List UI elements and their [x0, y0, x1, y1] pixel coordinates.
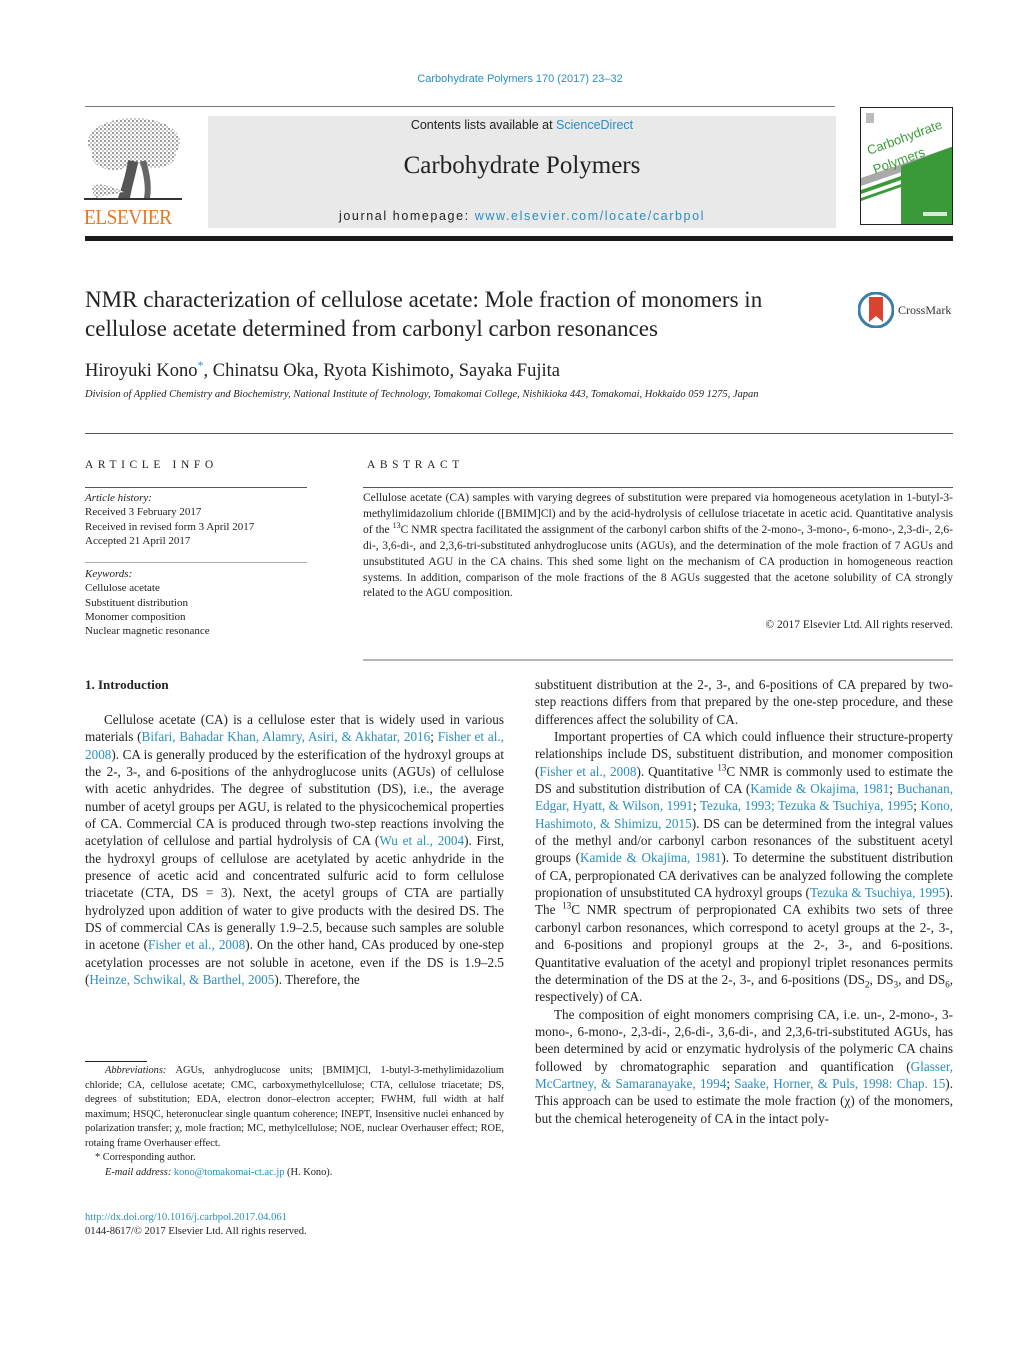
- keyword: Monomer composition: [85, 610, 186, 623]
- body-text: ;: [889, 781, 897, 797]
- citation-link[interactable]: Kamide & Okajima, 1981: [580, 850, 721, 865]
- crossmark-badge[interactable]: CrossMark: [858, 291, 958, 329]
- email-label: E-mail address:: [105, 1166, 174, 1178]
- journal-title: Carbohydrate Polymers: [403, 152, 641, 179]
- introduction-heading: 1. Introduction: [85, 677, 169, 692]
- header-thick-rule: [85, 236, 953, 241]
- header-top-rule: [85, 106, 835, 107]
- abbreviations-footnote: Abbreviations: AGUs, anhydroglucose unit…: [85, 1064, 504, 1151]
- body-text: ;: [693, 798, 700, 814]
- author-name[interactable]: Sayaka Fujita: [459, 361, 560, 381]
- abbreviations-label: Abbreviations:: [105, 1065, 167, 1076]
- isotope-superscript: 13: [392, 520, 401, 530]
- body-column-left: Cellulose acetate (CA) is a cellulose es…: [85, 711, 504, 989]
- paragraph: substituent distribution at the 2-, 3-, …: [535, 677, 953, 727]
- author-affiliation: Division of Applied Chemistry and Bioche…: [85, 389, 759, 400]
- crossmark-label: CrossMark: [898, 302, 952, 317]
- citation-link[interactable]: Bifari, Bahadar Khan, Alamry, Asiri, & A…: [142, 729, 431, 744]
- doi-link[interactable]: http://dx.doi.org/10.1016/j.carbpol.2017…: [85, 1212, 287, 1223]
- journal-reference[interactable]: Carbohydrate Polymers 170 (2017) 23–32: [0, 73, 1020, 85]
- article-history: Article history: Received 3 February 201…: [85, 491, 254, 548]
- keywords-label: Keywords:: [85, 568, 133, 580]
- email-footnote: E-mail address: kono@tomakomai-ct.ac.jp …: [85, 1166, 504, 1181]
- body-text: ;: [430, 729, 438, 745]
- author-list: Hiroyuki Kono*, Chinatsu Oka, Ryota Kish…: [85, 358, 560, 382]
- journal-cover-art: Carbohydrate Polymers: [861, 113, 952, 224]
- author-name[interactable]: Chinatsu Oka: [213, 361, 314, 381]
- masthead: Contents lists available at ScienceDirec…: [208, 116, 836, 228]
- abbreviations-text: AGUs, anhydroglucose units; [BMIM]Cl, 1-…: [85, 1065, 504, 1149]
- citation-link[interactable]: Kamide & Okajima, 1981: [750, 781, 889, 796]
- body-text: , and DS: [898, 971, 946, 987]
- body-text: ). First, the hydroxyl groups of cellulo…: [85, 833, 505, 953]
- footnote-rule: [85, 1061, 147, 1062]
- history-entry: Accepted 21 April 2017: [85, 534, 191, 547]
- elsevier-wordmark: ELSEVIER: [84, 205, 172, 229]
- article-info-rule: [85, 487, 307, 488]
- contents-prefix: Contents lists available at: [410, 118, 557, 132]
- doi-block: http://dx.doi.org/10.1016/j.carbpol.2017…: [85, 1211, 307, 1239]
- contents-line: Contents lists available at ScienceDirec…: [208, 118, 836, 132]
- citation-link[interactable]: Tezuka, 1993; Tezuka & Tsuchiya, 1995: [700, 798, 913, 813]
- keywords: Keywords: Cellulose acetate Substituent …: [85, 567, 210, 638]
- body-text: , DS: [869, 971, 894, 987]
- article-history-label: Article history:: [85, 492, 152, 504]
- citation-link[interactable]: Fisher et al., 2008: [148, 937, 245, 952]
- section-rule: [85, 433, 953, 434]
- history-entry: Received 3 February 2017: [85, 506, 202, 519]
- keywords-rule: [85, 562, 307, 563]
- paragraph: Cellulose acetate (CA) is a cellulose es…: [85, 711, 504, 989]
- keyword: Substituent distribution: [85, 596, 188, 609]
- crossmark-icon: [858, 292, 894, 328]
- email-link[interactable]: kono@tomakomai-ct.ac.jp: [174, 1167, 285, 1178]
- abstract-rule: [363, 487, 953, 488]
- isotope-superscript: 13: [717, 762, 727, 773]
- body-text: ). Quantitative: [636, 763, 718, 779]
- elsevier-logo[interactable]: ELSEVIER: [84, 116, 188, 228]
- paragraph: Important properties of CA which could i…: [535, 728, 953, 1006]
- abstract-body: Cellulose acetate (CA) samples with vary…: [363, 491, 953, 602]
- citation-link[interactable]: Wu et al., 2004: [379, 833, 464, 848]
- abstract-text: C NMR spectra facilitated the assignment…: [363, 523, 953, 600]
- keyword: Nuclear magnetic resonance: [85, 625, 210, 638]
- email-suffix: (H. Kono).: [284, 1166, 333, 1178]
- author-name[interactable]: Hiroyuki Kono: [85, 361, 198, 381]
- history-entry: Received in revised form 3 April 2017: [85, 520, 255, 533]
- corresponding-author-note: * Corresponding author.: [95, 1152, 196, 1163]
- isotope-superscript: 13: [562, 901, 572, 912]
- author-name[interactable]: Ryota Kishimoto: [323, 361, 449, 381]
- abstract-bottom-rule: [363, 659, 953, 661]
- paragraph: The composition of eight monomers compri…: [535, 1006, 953, 1127]
- footnotes: Abbreviations: AGUs, anhydroglucose unit…: [85, 1064, 504, 1180]
- elsevier-tree-icon: [84, 118, 182, 200]
- citation-link[interactable]: Saake, Horner, & Puls, 1998: Chap. 15: [734, 1076, 945, 1091]
- journal-homepage: journal homepage: www.elsevier.com/locat…: [208, 209, 836, 223]
- keyword: Cellulose acetate: [85, 582, 160, 595]
- abstract-copyright: © 2017 Elsevier Ltd. All rights reserved…: [765, 619, 953, 631]
- journal-cover-thumbnail[interactable]: Carbohydrate Polymers: [860, 107, 953, 225]
- body-text: The composition of eight monomers compri…: [535, 1006, 953, 1074]
- homepage-link[interactable]: www.elsevier.com/locate/carbpol: [475, 209, 705, 223]
- issn-copyright: 0144-8617/© 2017 Elsevier Ltd. All right…: [85, 1226, 307, 1237]
- citation-link[interactable]: Tezuka & Tsuchiya, 1995: [810, 885, 945, 900]
- homepage-prefix: journal homepage:: [338, 209, 475, 223]
- body-column-right: substituent distribution at the 2-, 3-, …: [535, 676, 953, 1127]
- article-title: NMR characterization of cellulose acetat…: [85, 287, 763, 342]
- corresponding-author-mark[interactable]: *: [198, 358, 204, 372]
- abstract-heading: ABSTRACT: [367, 459, 464, 471]
- citation-link[interactable]: Heinze, Schwikal, & Barthel, 2005: [89, 972, 274, 987]
- citation-link[interactable]: Fisher et al., 2008: [539, 764, 636, 779]
- body-text: ). Therefore, the: [274, 972, 360, 988]
- article-info-heading: ARTICLE INFO: [85, 459, 218, 471]
- sciencedirect-link[interactable]: ScienceDirect: [556, 118, 633, 132]
